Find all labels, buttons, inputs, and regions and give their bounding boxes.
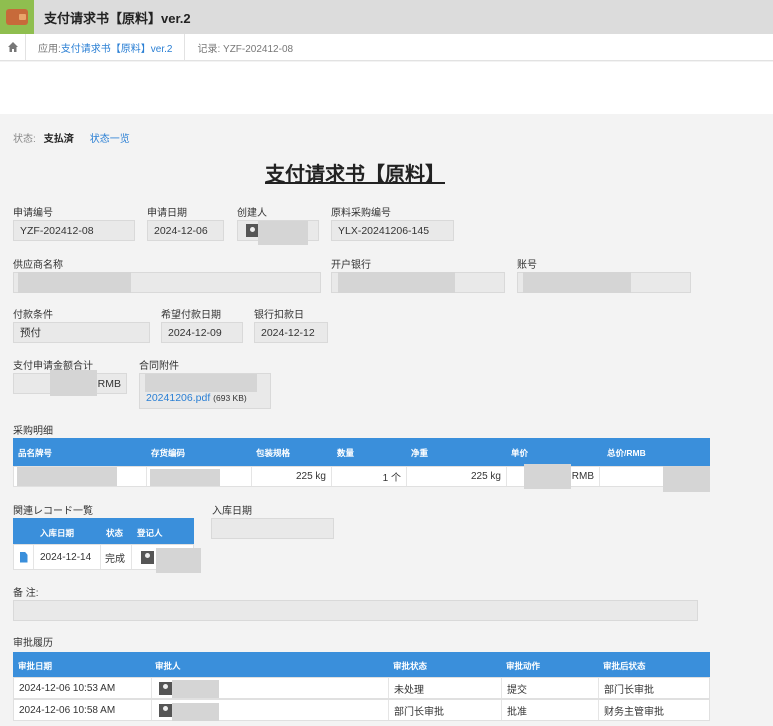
redacted-creator [258, 221, 308, 245]
cell-net: 225 kg [407, 467, 507, 486]
breadcrumb: 应用: 支付请求书【原料】ver.2 记录: YZF-202412-08 [0, 33, 773, 61]
cell-approval-date: 2024-12-06 10:53 AM [14, 678, 152, 698]
warehouse-date-label: 入库日期 [212, 506, 252, 517]
redacted-total [663, 466, 710, 492]
related-records-header: 入库日期 状态 登记人 [13, 518, 194, 544]
user-icon [141, 550, 154, 564]
warehouse-date-field [211, 518, 334, 539]
cell-approval-status: 部门长审批 [389, 700, 502, 720]
col-package: 包装规格 [256, 448, 291, 458]
cell-after-status: 部门长审批 [604, 684, 654, 696]
request-date-field: 2024-12-06 [147, 220, 224, 241]
document-title-text: 支付请求书【原料】 [265, 164, 445, 186]
table-row: 225 kg 1 个 225 kg RMB [13, 466, 710, 487]
related-records-title: 関連レコード一覧 [13, 506, 93, 517]
col-total: 总价/RMB [607, 448, 646, 458]
cell-qty: 1 个 [332, 467, 407, 486]
payment-terms-label: 付款条件 [13, 310, 53, 321]
purchase-no-label: 原料采购编号 [331, 208, 391, 219]
status-row: 状态: 支払済 状态一览 [13, 130, 130, 145]
redacted-unit-price [524, 464, 571, 489]
breadcrumb-app: 应用: 支付请求书【原料】ver.2 [26, 33, 186, 61]
col-approver: 审批人 [155, 661, 181, 671]
redacted-bank [338, 272, 455, 293]
table-row: 2024-12-06 10:53 AM 未处理 提交 部门长审批 [13, 677, 710, 699]
total-amount-unit: RMB [97, 377, 121, 390]
redacted-amount [50, 370, 97, 396]
col-warehouse-date: 入库日期 [40, 528, 75, 538]
payment-terms-field: 预付 [13, 322, 150, 343]
col-approval-action: 审批动作 [506, 661, 541, 671]
account-label: 账号 [517, 260, 537, 271]
col-status: 状态 [106, 528, 124, 538]
bank-label: 开户银行 [331, 260, 371, 271]
purchase-no-field: YLX-20241206-145 [331, 220, 454, 241]
contract-file-link[interactable]: 20241206.pdf [146, 392, 210, 404]
cell-package: 225 kg [252, 467, 332, 486]
col-product: 品名牌号 [18, 448, 53, 458]
request-no-field: YZF-202412-08 [13, 220, 135, 241]
status-label: 状态: [13, 134, 36, 145]
approval-history-title: 审批履历 [13, 638, 53, 649]
desired-date-label: 希望付款日期 [161, 310, 221, 321]
contract-file-size: (693 KB) [213, 393, 247, 403]
cell-approval-action: 提交 [502, 678, 599, 698]
breadcrumb-app-link[interactable]: 支付请求书【原料】ver.2 [61, 40, 173, 55]
cell-after-status: 财务主管审批 [604, 706, 664, 718]
app-title: 支付请求书【原料】ver.2 [44, 10, 191, 26]
redacted-account [523, 272, 631, 293]
remarks-field [13, 600, 698, 621]
supplier-label: 供应商名称 [13, 260, 63, 271]
app-header: 支付请求书【原料】ver.2 [0, 0, 773, 34]
col-approval-status: 审批状态 [393, 661, 428, 671]
bank-debit-date-field: 2024-12-12 [254, 322, 328, 343]
col-registrant: 登记人 [137, 528, 163, 538]
redacted-approver [172, 703, 219, 721]
redacted-approver [172, 680, 219, 698]
cell-status: 完成 [101, 545, 132, 569]
request-date-label: 申请日期 [147, 208, 187, 219]
cell-approval-status: 未处理 [389, 678, 502, 698]
redacted-contract-preview [145, 374, 257, 392]
breadcrumb-app-prefix: 应用: [38, 43, 61, 55]
home-icon[interactable] [0, 33, 26, 61]
status-value: 支払済 [43, 134, 74, 145]
wallet-app-icon[interactable] [0, 0, 34, 34]
document-title: 支付请求书【原料】 [0, 158, 710, 187]
col-net: 净重 [411, 448, 429, 458]
cell-approval-action: 批准 [502, 700, 599, 720]
contract-label: 合同附件 [139, 361, 179, 372]
breadcrumb-record: 记录: YZF-202412-08 [197, 43, 294, 55]
bank-debit-date-label: 银行扣款日 [254, 310, 304, 321]
col-stock-code: 存货编码 [151, 448, 186, 458]
col-after-status: 审批后状态 [603, 661, 646, 671]
redacted-registrant [156, 548, 201, 573]
redacted-product [17, 467, 117, 486]
record-file-icon[interactable] [19, 551, 28, 563]
col-unit-price: 单价 [511, 448, 529, 458]
remarks-label: 备 注: [13, 588, 39, 599]
table-row: 2024-12-06 10:58 AM 部门长审批 批准 财务主管审批 [13, 699, 710, 721]
status-list-link[interactable]: 状态一览 [90, 130, 130, 145]
desired-date-field: 2024-12-09 [161, 322, 243, 343]
purchase-detail-title: 采购明细 [13, 426, 53, 437]
request-no-label: 申请编号 [13, 208, 53, 219]
toolbar-area [0, 62, 773, 114]
redacted-supplier [18, 272, 131, 293]
user-icon [159, 703, 172, 717]
cell-warehouse-date: 2024-12-14 [34, 545, 101, 569]
purchase-detail-header: 品名牌号 存货编码 包装规格 数量 净重 单价 总价/RMB [13, 438, 710, 466]
cell-approval-date: 2024-12-06 10:58 AM [14, 700, 152, 720]
col-qty: 数量 [337, 448, 355, 458]
redacted-stock-code [150, 469, 220, 486]
col-approval-date: 审批日期 [18, 661, 53, 671]
creator-label: 创建人 [237, 208, 267, 219]
user-icon [159, 681, 172, 695]
approval-history-header: 审批日期 审批人 审批状态 审批动作 审批后状态 [13, 652, 710, 677]
